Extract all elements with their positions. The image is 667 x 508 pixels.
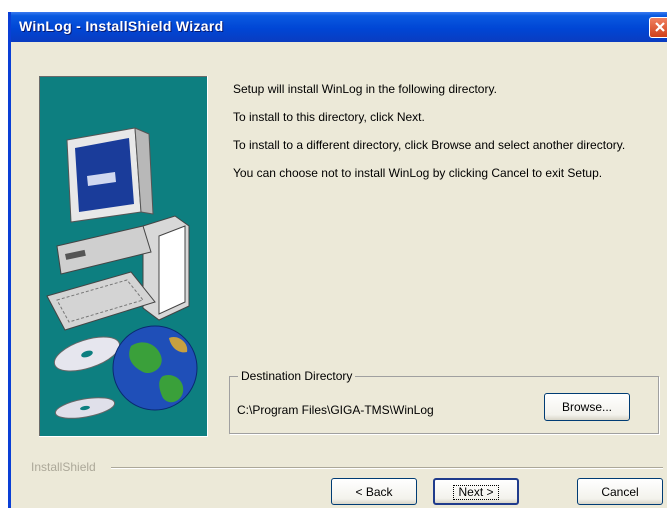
setup-illustration [39, 76, 208, 437]
computer-icon [46, 127, 190, 331]
footer-separator [111, 467, 663, 469]
instruction-line-2: To install to this directory, click Next… [233, 110, 425, 124]
installshield-brand: InstallShield [31, 460, 96, 474]
instruction-line-1: Setup will install WinLog in the followi… [233, 82, 497, 96]
close-icon [655, 22, 665, 32]
instruction-line-4: You can choose not to install WinLog by … [233, 166, 603, 180]
destination-path: C:\Program Files\GIGA-TMS\WinLog [237, 403, 434, 417]
instructions: Setup will install WinLog in the followi… [233, 82, 663, 194]
cd-icon [53, 336, 121, 419]
next-button-label: Next > [453, 485, 499, 500]
installshield-window: WinLog - InstallShield Wizard Setup will… [8, 12, 667, 508]
destination-directory-label: Destination Directory [238, 369, 356, 383]
title-bar[interactable]: WinLog - InstallShield Wizard [11, 12, 667, 42]
window-title: WinLog - InstallShield Wizard [19, 18, 224, 34]
globe-icon [112, 325, 198, 411]
close-button[interactable] [649, 17, 667, 38]
cancel-button[interactable]: Cancel [577, 478, 663, 505]
browse-button[interactable]: Browse... [544, 393, 630, 421]
instruction-line-3: To install to a different directory, cli… [233, 138, 626, 152]
destination-directory-group: Destination Directory C:\Program Files\G… [229, 369, 659, 434]
next-button[interactable]: Next > [433, 478, 519, 505]
back-button[interactable]: < Back [331, 478, 417, 505]
